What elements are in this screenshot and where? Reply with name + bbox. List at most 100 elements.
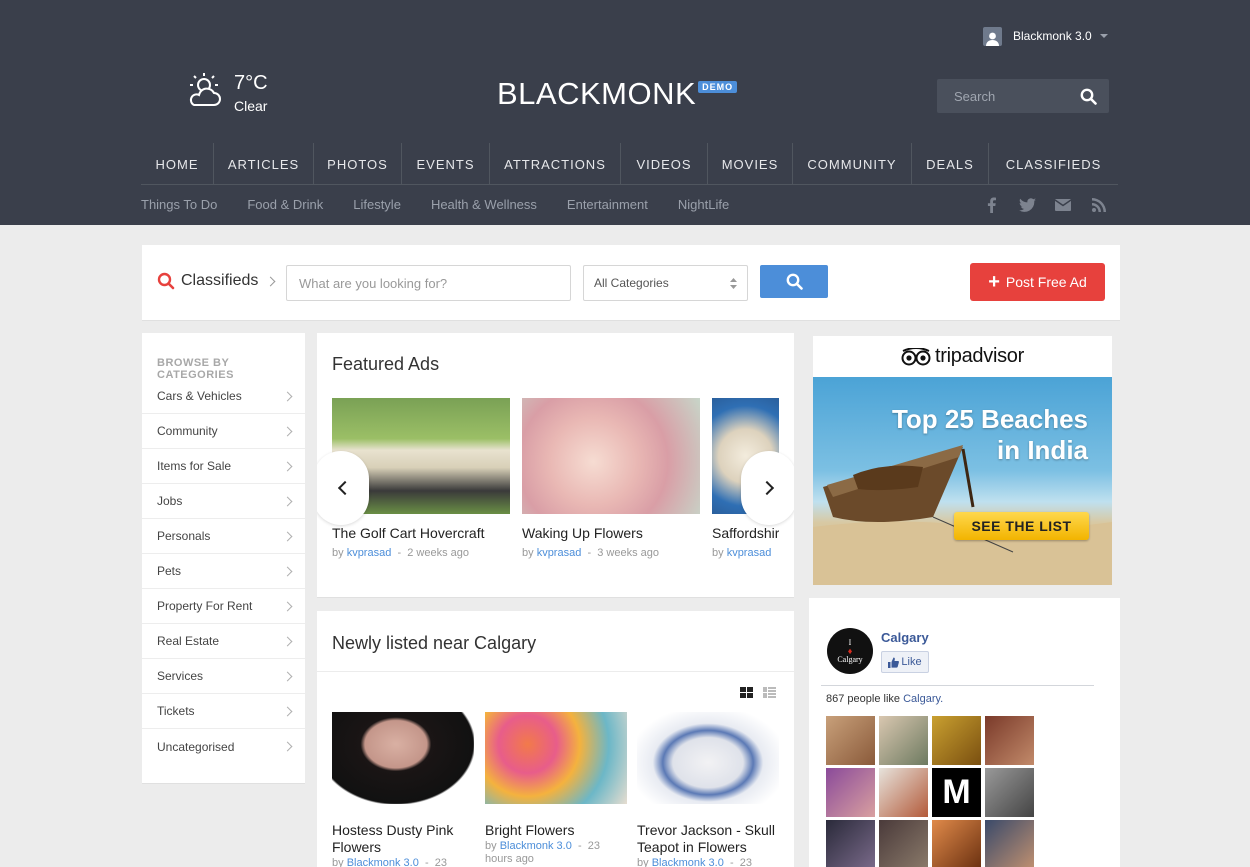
fan-avatar[interactable] — [826, 768, 875, 817]
featured-name[interactable]: Saffordshire — [712, 525, 779, 541]
carousel-prev-button[interactable] — [317, 451, 369, 525]
search-icon[interactable] — [1080, 88, 1097, 105]
classifieds-search-button[interactable] — [760, 265, 828, 298]
nav-home[interactable]: HOME — [141, 143, 214, 185]
facebook-icon[interactable] — [982, 196, 1000, 214]
category-label[interactable]: Items for Sale — [157, 459, 231, 473]
carousel-next-button[interactable] — [741, 451, 794, 525]
listing-card[interactable]: Hostess Dusty Pink Flowers by Blackmonk … — [332, 712, 474, 867]
classifieds-title[interactable]: Classifieds — [157, 272, 276, 290]
header-search-input[interactable]: Search — [954, 89, 995, 104]
subnav-health-wellness[interactable]: Health & Wellness — [431, 197, 537, 212]
subnav-food-drink[interactable]: Food & Drink — [247, 197, 323, 212]
facebook-page-name[interactable]: Calgary — [881, 630, 929, 645]
site-logo[interactable]: BLACKMONK DEMO — [497, 76, 738, 112]
category-item[interactable]: Personals — [142, 519, 305, 554]
fan-avatar[interactable] — [932, 716, 981, 765]
listing-image[interactable] — [485, 712, 627, 804]
category-item[interactable]: Tickets — [142, 694, 305, 729]
fan-avatar[interactable] — [985, 716, 1034, 765]
listing-name[interactable]: Bright Flowers — [485, 822, 627, 839]
nav-attractions[interactable]: ATTRACTIONS — [490, 143, 621, 185]
fan-avatar[interactable] — [826, 820, 875, 867]
author-link[interactable]: kvprasad — [537, 547, 582, 559]
nav-events[interactable]: EVENTS — [402, 143, 490, 185]
see-the-list-button[interactable]: SEE THE LIST — [954, 512, 1089, 540]
fan-avatar[interactable] — [879, 768, 928, 817]
nav-videos[interactable]: VIDEOS — [621, 143, 708, 185]
subnav-nightlife[interactable]: NightLife — [678, 197, 729, 212]
category-label[interactable]: Services — [157, 669, 203, 683]
list-view-icon[interactable] — [763, 687, 776, 698]
listing-image[interactable] — [332, 712, 474, 804]
chevron-down-icon[interactable] — [1099, 34, 1108, 38]
category-item[interactable]: Items for Sale — [142, 449, 305, 484]
featured-name[interactable]: Waking Up Flowers — [522, 525, 700, 541]
featured-image[interactable] — [522, 398, 700, 514]
nav-movies[interactable]: MOVIES — [708, 143, 793, 185]
subnav-lifestyle[interactable]: Lifestyle — [353, 197, 401, 212]
mail-icon[interactable] — [1054, 196, 1072, 214]
category-label[interactable]: Jobs — [157, 494, 182, 508]
listing-name[interactable]: Trevor Jackson - Skull Teapot in Flowers — [637, 822, 779, 856]
category-item[interactable]: Jobs — [142, 484, 305, 519]
category-item[interactable]: Uncategorised — [142, 729, 305, 764]
nav-community[interactable]: COMMUNITY — [793, 143, 912, 185]
classifieds-title-text[interactable]: Classifieds — [181, 272, 258, 290]
author-link[interactable]: kvprasad — [347, 547, 392, 559]
meta-sep: - — [577, 840, 582, 852]
twitter-icon[interactable] — [1018, 196, 1036, 214]
fan-avatar[interactable] — [932, 820, 981, 867]
category-label[interactable]: Community — [157, 424, 218, 438]
fan-count-link[interactable]: Calgary. — [903, 693, 943, 705]
author-link[interactable]: Blackmonk 3.0 — [500, 840, 572, 852]
subnav-things-to-do[interactable]: Things To Do — [141, 197, 217, 212]
facebook-like-button[interactable]: Like — [881, 651, 929, 673]
grid-view-icon[interactable] — [740, 687, 753, 698]
featured-card[interactable]: Waking Up Flowers by kvprasad - 3 weeks … — [522, 398, 700, 559]
category-item[interactable]: Pets — [142, 554, 305, 589]
listing-name[interactable]: Hostess Dusty Pink Flowers — [332, 822, 474, 856]
category-select[interactable]: All Categories — [583, 265, 748, 301]
category-label[interactable]: Personals — [157, 529, 210, 543]
subnav-entertainment[interactable]: Entertainment — [567, 197, 648, 212]
category-label[interactable]: Tickets — [157, 704, 195, 718]
header-search[interactable]: Search — [937, 79, 1109, 113]
tripadvisor-ad[interactable]: tripadvisor Top 25 Beaches in India SEE … — [813, 336, 1112, 585]
category-label[interactable]: Uncategorised — [157, 740, 234, 754]
demo-badge: DEMO — [698, 81, 738, 93]
listing-image[interactable] — [637, 712, 779, 804]
category-label[interactable]: Property For Rent — [157, 599, 252, 613]
post-free-ad-button[interactable]: + Post Free Ad — [970, 263, 1105, 301]
user-menu[interactable]: Blackmonk 3.0 — [983, 26, 1108, 46]
category-item[interactable]: Cars & Vehicles — [142, 379, 305, 414]
category-item[interactable]: Real Estate — [142, 624, 305, 659]
fan-avatar[interactable]: M — [932, 768, 981, 817]
author-link[interactable]: Blackmonk 3.0 — [347, 857, 419, 867]
fan-avatar[interactable] — [985, 768, 1034, 817]
category-item[interactable]: Services — [142, 659, 305, 694]
category-item[interactable]: Community — [142, 414, 305, 449]
rss-icon[interactable] — [1090, 196, 1108, 214]
category-label[interactable]: Real Estate — [157, 634, 219, 648]
author-link[interactable]: kvprasad — [727, 547, 772, 559]
fan-avatar[interactable] — [826, 716, 875, 765]
category-label[interactable]: Cars & Vehicles — [157, 389, 242, 403]
category-label[interactable]: Pets — [157, 564, 181, 578]
category-item[interactable]: Property For Rent — [142, 589, 305, 624]
nav-deals[interactable]: DEALS — [912, 143, 989, 185]
featured-name[interactable]: The Golf Cart Hovercraft — [332, 525, 510, 541]
calgary-page-logo[interactable]: I ♦ Calgary — [827, 628, 873, 674]
fan-avatar[interactable] — [879, 820, 928, 867]
listing-card[interactable]: Trevor Jackson - Skull Teapot in Flowers… — [637, 712, 779, 867]
author-link[interactable]: Blackmonk 3.0 — [652, 857, 724, 867]
listing-card[interactable]: Bright Flowers by Blackmonk 3.0 - 23 hou… — [485, 712, 627, 865]
classifieds-search-input[interactable] — [286, 265, 571, 301]
logo-text[interactable]: BLACKMONK — [497, 76, 696, 112]
nav-photos[interactable]: PHOTOS — [314, 143, 402, 185]
fan-avatar[interactable] — [985, 820, 1034, 867]
user-name[interactable]: Blackmonk 3.0 — [1013, 29, 1092, 43]
nav-classifieds[interactable]: CLASSIFIEDS — [989, 143, 1118, 185]
nav-articles[interactable]: ARTICLES — [214, 143, 314, 185]
fan-avatar[interactable] — [879, 716, 928, 765]
